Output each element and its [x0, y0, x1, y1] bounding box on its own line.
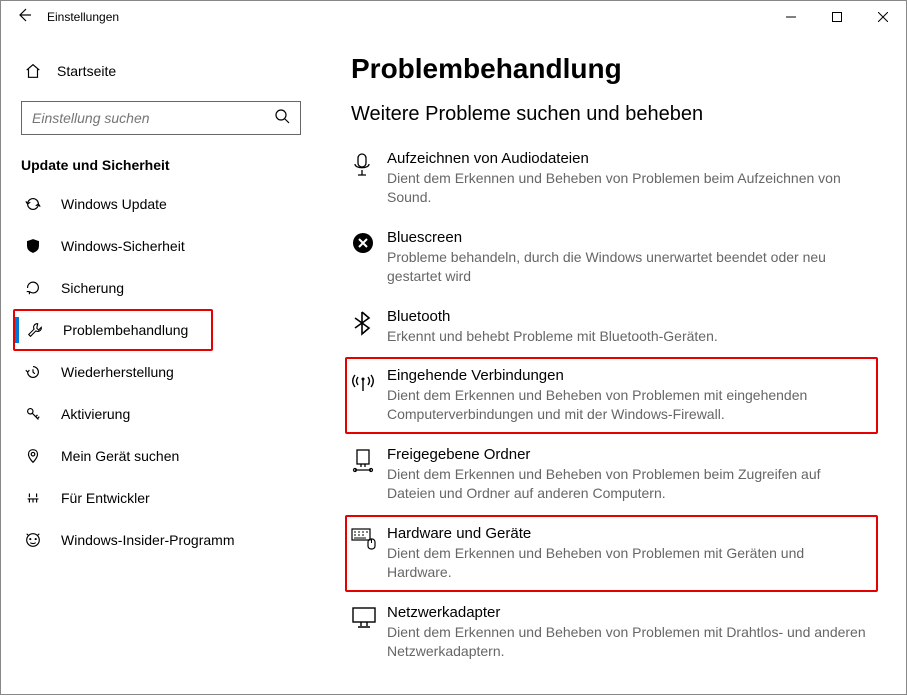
insider-icon	[21, 531, 45, 549]
recovery-icon	[21, 363, 45, 381]
page-subheading: Weitere Probleme suchen und beheben	[351, 103, 866, 126]
location-icon	[21, 447, 45, 465]
sidebar-item-windows-update[interactable]: Windows Update	[1, 183, 321, 225]
search-box[interactable]	[21, 101, 301, 135]
troubleshoot-label: Bluetooth	[387, 308, 866, 325]
shield-icon	[21, 237, 45, 255]
troubleshoot-label: Bluescreen	[387, 229, 866, 246]
nav-label: Windows Update	[61, 196, 167, 212]
troubleshoot-desc: Dient dem Erkennen und Beheben von Probl…	[387, 544, 866, 582]
minimize-button[interactable]	[768, 1, 814, 33]
nav-label: Sicherung	[61, 280, 124, 296]
sidebar-item-windows-security[interactable]: Windows-Sicherheit	[1, 225, 321, 267]
troubleshoot-desc: Dient dem Erkennen und Beheben von Probl…	[387, 386, 866, 424]
troubleshoot-item-shared-folders[interactable]: Freigegebene Ordner Dient dem Erkennen u…	[351, 446, 866, 503]
search-icon	[274, 108, 290, 129]
troubleshoot-item-incoming-connections[interactable]: Eingehende Verbindungen Dient dem Erkenn…	[351, 367, 866, 424]
nav-label: Windows-Insider-Programm	[61, 532, 234, 548]
sidebar: Startseite Update und Sicherheit Windows…	[1, 33, 321, 696]
shared-folder-icon	[351, 446, 387, 503]
antenna-icon	[351, 367, 387, 424]
sidebar-item-troubleshoot[interactable]: Problembehandlung	[13, 309, 213, 351]
maximize-button[interactable]	[814, 1, 860, 33]
sidebar-item-backup[interactable]: Sicherung	[1, 267, 321, 309]
sidebar-item-recovery[interactable]: Wiederherstellung	[1, 351, 321, 393]
troubleshoot-item-network-adapter[interactable]: Netzwerkadapter Dient dem Erkennen und B…	[351, 604, 866, 661]
sync-icon	[21, 195, 45, 213]
backup-icon	[21, 279, 45, 297]
main-panel: Problembehandlung Weitere Probleme suche…	[321, 33, 906, 696]
troubleshoot-label: Hardware und Geräte	[387, 525, 866, 542]
sidebar-item-activation[interactable]: Aktivierung	[1, 393, 321, 435]
key-icon	[21, 405, 45, 423]
troubleshoot-label: Freigegebene Ordner	[387, 446, 866, 463]
sidebar-item-developers[interactable]: Für Entwickler	[1, 477, 321, 519]
troubleshoot-desc: Dient dem Erkennen und Beheben von Probl…	[387, 623, 866, 661]
back-button[interactable]	[1, 7, 47, 28]
troubleshoot-desc: Erkennt und behebt Probleme mit Bluetoot…	[387, 327, 866, 346]
troubleshoot-label: Aufzeichnen von Audiodateien	[387, 150, 866, 167]
nav-label: Für Entwickler	[61, 490, 150, 506]
bluetooth-icon	[351, 308, 387, 346]
troubleshoot-label: Eingehende Verbindungen	[387, 367, 866, 384]
titlebar: Einstellungen	[1, 1, 906, 33]
home-icon	[21, 62, 45, 80]
nav-label: Mein Gerät suchen	[61, 448, 179, 464]
home-label: Startseite	[57, 63, 116, 79]
troubleshoot-desc: Dient dem Erkennen und Beheben von Probl…	[387, 465, 866, 503]
troubleshoot-item-audio-recording[interactable]: Aufzeichnen von Audiodateien Dient dem E…	[351, 150, 866, 207]
window-title: Einstellungen	[47, 10, 119, 24]
home-link[interactable]: Startseite	[1, 51, 321, 91]
group-header: Update und Sicherheit	[1, 151, 321, 183]
page-heading: Problembehandlung	[351, 53, 866, 85]
nav-label: Aktivierung	[61, 406, 130, 422]
close-button[interactable]	[860, 1, 906, 33]
troubleshoot-label: Netzwerkadapter	[387, 604, 866, 621]
highlight-box: Hardware und Geräte Dient dem Erkennen u…	[345, 515, 878, 592]
nav-label: Windows-Sicherheit	[61, 238, 185, 254]
search-input[interactable]	[32, 110, 274, 126]
troubleshoot-item-bluetooth[interactable]: Bluetooth Erkennt und behebt Probleme mi…	[351, 308, 866, 346]
nav-label: Problembehandlung	[63, 322, 188, 338]
monitor-icon	[351, 604, 387, 661]
keyboard-mouse-icon	[351, 525, 387, 582]
nav-label: Wiederherstellung	[61, 364, 174, 380]
troubleshoot-item-bluescreen[interactable]: Bluescreen Probleme behandeln, durch die…	[351, 229, 866, 286]
sidebar-item-find-device[interactable]: Mein Gerät suchen	[1, 435, 321, 477]
troubleshoot-desc: Dient dem Erkennen und Beheben von Probl…	[387, 169, 866, 207]
error-circle-icon	[351, 229, 387, 286]
troubleshoot-item-hardware-devices[interactable]: Hardware und Geräte Dient dem Erkennen u…	[351, 525, 866, 582]
microphone-icon	[351, 150, 387, 207]
troubleshoot-desc: Probleme behandeln, durch die Windows un…	[387, 248, 866, 286]
sidebar-item-insider[interactable]: Windows-Insider-Programm	[1, 519, 321, 561]
wrench-icon	[23, 321, 47, 339]
developer-icon	[21, 489, 45, 507]
highlight-box: Eingehende Verbindungen Dient dem Erkenn…	[345, 357, 878, 434]
